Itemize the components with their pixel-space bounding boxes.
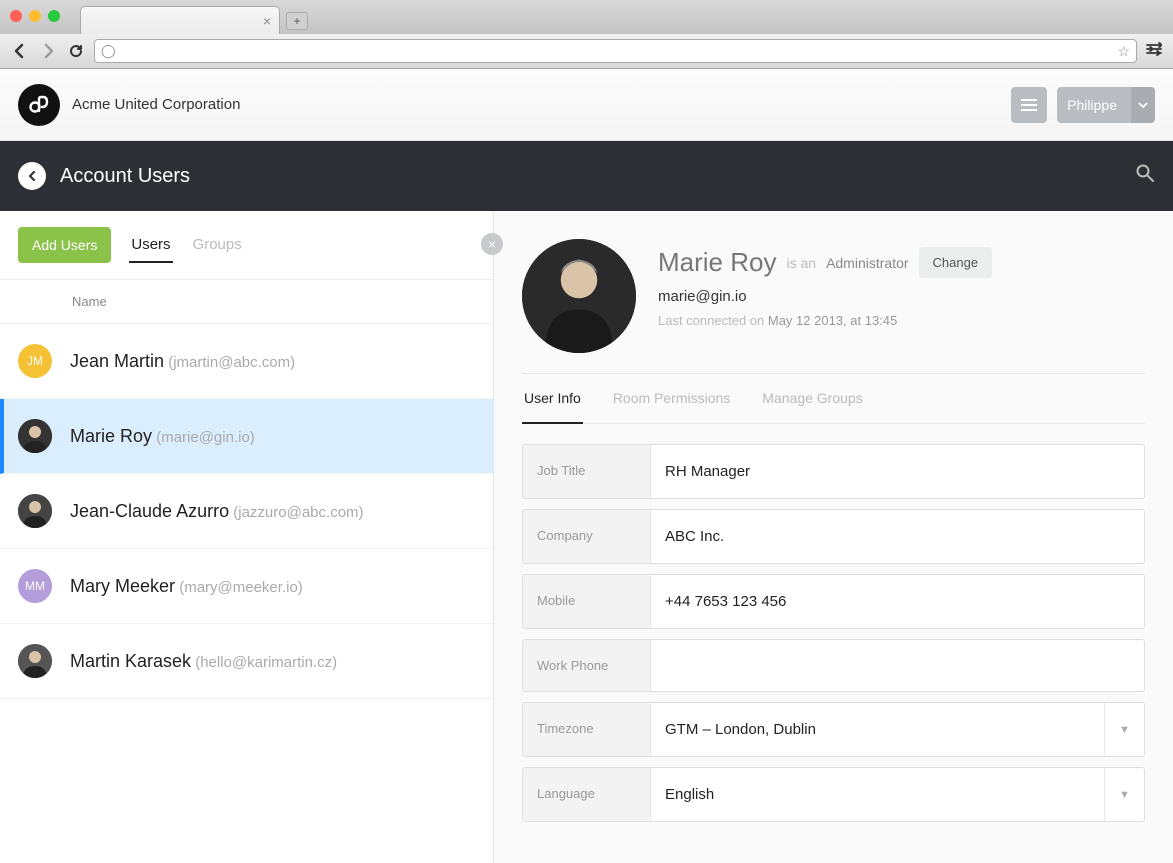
label-company: Company [523, 510, 651, 563]
app-header: Acme United Corporation Philippe [0, 69, 1173, 141]
users-panel-tabs: Add Users Users Groups [0, 211, 493, 280]
user-name: Jean-Claude Azurro [70, 501, 229, 521]
url-bar[interactable]: ◯ ☆ [94, 39, 1137, 63]
tab-users[interactable]: Users [129, 228, 172, 263]
browser-toolbar: ◯ ☆ [0, 34, 1173, 68]
avatar [18, 494, 52, 528]
profile-avatar[interactable] [522, 239, 636, 353]
tab-user-info[interactable]: User Info [522, 374, 583, 424]
value-language[interactable]: English [651, 768, 1104, 821]
field-work-phone[interactable]: Work Phone [522, 639, 1145, 692]
bookmark-star-icon[interactable]: ☆ [1117, 43, 1130, 60]
chevron-down-icon[interactable]: ▼ [1104, 703, 1144, 756]
detail-panel: Marie Roy is an Administrator Change mar… [494, 211, 1173, 863]
list-header-name: Name [0, 280, 493, 324]
user-email: (mary@meeker.io) [175, 579, 303, 596]
user-row[interactable]: JM Jean Martin (jmartin@abc.com) [0, 324, 493, 399]
label-mobile: Mobile [523, 575, 651, 628]
last-connected: Last connected on May 12 2013, at 13:45 [658, 313, 992, 328]
user-email: (marie@gin.io) [152, 429, 255, 446]
browser-tab[interactable]: × [80, 6, 280, 34]
browser-forward-button[interactable] [38, 41, 58, 61]
section-bar: Account Users [0, 141, 1173, 211]
value-job-title[interactable]: RH Manager [651, 445, 1144, 498]
close-tab-icon[interactable]: × [263, 13, 271, 29]
browser-reload-button[interactable] [66, 41, 86, 61]
user-name: Martin Karasek [70, 651, 191, 671]
avatar: MM [18, 569, 52, 603]
app-root: Acme United Corporation Philippe Account… [0, 69, 1173, 863]
browser-settings-icon[interactable] [1145, 40, 1163, 63]
user-email: (hello@karimartin.cz) [191, 654, 337, 671]
value-mobile[interactable]: +44 7653 123 456 [651, 575, 1144, 628]
content: Add Users Users Groups × Name JM Jean Mar… [0, 211, 1173, 863]
value-timezone[interactable]: GTM – London, Dublin [651, 703, 1104, 756]
user-row[interactable]: Marie Roy (marie@gin.io) [0, 399, 493, 474]
profile-name: Marie Roy [658, 247, 776, 278]
profile-role-prefix: is an [786, 255, 816, 271]
close-window-icon[interactable] [10, 10, 22, 22]
window-controls[interactable] [10, 10, 60, 22]
browser-tab-strip: × + [0, 0, 1173, 34]
avatar [18, 644, 52, 678]
user-row[interactable]: MM Mary Meeker (mary@meeker.io) [0, 549, 493, 624]
chevron-down-icon[interactable]: ▼ [1104, 768, 1144, 821]
globe-icon: ◯ [101, 43, 116, 59]
user-row[interactable]: Martin Karasek (hello@karimartin.cz) [0, 624, 493, 699]
field-language[interactable]: Language English ▼ [522, 767, 1145, 822]
company-name: Acme United Corporation [72, 96, 240, 113]
chevron-down-icon [1131, 87, 1155, 123]
section-back-button[interactable] [18, 162, 46, 190]
profile-email: marie@gin.io [658, 288, 992, 305]
main-menu-button[interactable] [1011, 87, 1047, 123]
users-panel: Add Users Users Groups × Name JMJean Mar… [0, 211, 494, 863]
search-button[interactable] [1135, 163, 1155, 189]
tab-room-permissions[interactable]: Room Permissions [611, 374, 732, 424]
user-email: (jmartin@abc.com) [164, 354, 295, 371]
value-work-phone[interactable] [651, 640, 1144, 691]
tab-manage-groups[interactable]: Manage Groups [760, 374, 864, 424]
user-name: Marie Roy [70, 426, 152, 446]
value-company[interactable]: ABC Inc. [651, 510, 1144, 563]
user-name: Jean Martin [70, 351, 164, 371]
maximize-window-icon[interactable] [48, 10, 60, 22]
avatar [18, 419, 52, 453]
user-email: (jazzuro@abc.com) [229, 504, 363, 521]
label-work-phone: Work Phone [523, 640, 651, 691]
user-menu-button[interactable]: Philippe [1057, 87, 1155, 123]
user-row[interactable]: Jean-Claude Azurro (jazzuro@abc.com) [0, 474, 493, 549]
browser-back-button[interactable] [10, 41, 30, 61]
profile-role: Administrator [826, 255, 908, 271]
new-tab-button[interactable]: + [286, 12, 308, 30]
hamburger-icon [1021, 104, 1037, 106]
label-language: Language [523, 768, 651, 821]
company-logo[interactable] [18, 84, 60, 126]
last-connected-label: Last connected on [658, 313, 764, 328]
tab-groups[interactable]: Groups [191, 228, 244, 263]
field-job-title[interactable]: Job Title RH Manager [522, 444, 1145, 499]
change-role-button[interactable]: Change [919, 247, 993, 278]
label-job-title: Job Title [523, 445, 651, 498]
url-input[interactable] [122, 44, 1112, 59]
field-company[interactable]: Company ABC Inc. [522, 509, 1145, 564]
field-timezone[interactable]: Timezone GTM – London, Dublin ▼ [522, 702, 1145, 757]
label-timezone: Timezone [523, 703, 651, 756]
section-title: Account Users [60, 165, 190, 188]
user-info-form: Job Title RH Manager Company ABC Inc. Mo… [522, 444, 1145, 822]
close-panel-button[interactable]: × [481, 233, 503, 255]
add-users-button[interactable]: Add Users [18, 227, 111, 263]
user-list: JM Jean Martin (jmartin@abc.com) Marie Roy… [0, 324, 493, 863]
profile-header: Marie Roy is an Administrator Change mar… [522, 239, 1145, 353]
minimize-window-icon[interactable] [29, 10, 41, 22]
field-mobile[interactable]: Mobile +44 7653 123 456 [522, 574, 1145, 629]
last-connected-date: May 12 2013, at 13:45 [768, 313, 897, 328]
user-name: Mary Meeker [70, 576, 175, 596]
current-user-name: Philippe [1067, 97, 1117, 113]
detail-tabs: User Info Room Permissions Manage Groups [522, 373, 1145, 424]
avatar: JM [18, 344, 52, 378]
browser-chrome: × + ◯ ☆ [0, 0, 1173, 69]
